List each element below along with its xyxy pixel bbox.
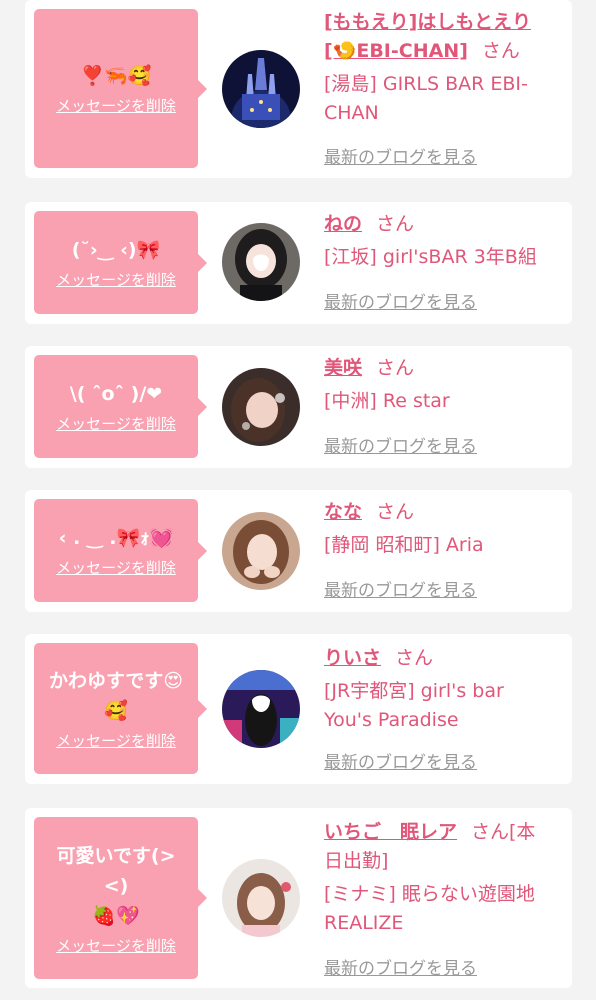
favorite-card: ❣️🦐🥰 メッセージを削除 [ももえり]はしもとえり[🍤EBI-CHAN] さん … [25, 0, 572, 178]
message-text: かわゆすです😍 🥰 [49, 670, 183, 722]
honorific: さん [395, 647, 434, 669]
cast-info: 美咲 さん [中洲] Re star [324, 354, 552, 416]
delete-message-link[interactable]: メッセージを削除 [56, 95, 176, 116]
latest-blog-link[interactable]: 最新のブログを見る [324, 954, 477, 979]
profile-photo [222, 368, 300, 446]
favorite-card: 可愛いです(> <) 🍓💖 メッセージを削除 いちご 眠レア さん[本日出勤] [… [25, 808, 572, 988]
shop-name: [湯島] GIRLS BAR EBI-CHAN [324, 73, 528, 124]
avatar[interactable] [222, 670, 300, 748]
cast-info: なな さん [静岡 昭和町] Aria [324, 498, 552, 560]
latest-blog-link[interactable]: 最新のブログを見る [324, 143, 477, 168]
cast-name-link[interactable]: 美咲 [324, 357, 362, 379]
favorites-list: ❣️🦐🥰 メッセージを削除 [ももえり]はしもとえり[🍤EBI-CHAN] さん … [0, 0, 596, 1000]
honorific: さん [376, 501, 415, 523]
cast-name-link[interactable]: なな [324, 501, 362, 523]
delete-message-link[interactable]: メッセージを削除 [56, 557, 176, 578]
shop-name: [中洲] Re star [324, 390, 450, 412]
cast-name-link[interactable]: ねの [324, 213, 362, 235]
avatar[interactable] [222, 50, 300, 128]
latest-blog-link[interactable]: 最新のブログを見る [324, 748, 477, 773]
honorific: さん [481, 40, 520, 62]
favorite-card: (˘›‿ ‹)🎀 メッセージを削除 ねの さん [江坂] girl'sBAR 3年… [25, 202, 572, 324]
shop-name: [ミナミ] 眠らない遊園地 REALIZE [324, 883, 535, 934]
profile-photo [222, 859, 300, 937]
message-text: ‹ . ‿ .🎀ｫ💓 [58, 527, 174, 549]
latest-blog-link[interactable]: 最新のブログを見る [324, 432, 477, 457]
avatar[interactable] [222, 223, 300, 301]
profile-photo [222, 670, 300, 748]
favorite-card: \( ˆoˆ )/❤ メッセージを削除 美咲 さん [中洲] Re star 最新… [25, 346, 572, 468]
message-bubble: (˘›‿ ‹)🎀 メッセージを削除 [34, 211, 207, 314]
message-text: ❣️🦐🥰 [80, 65, 152, 87]
message-bubble: ‹ . ‿ .🎀ｫ💓 メッセージを削除 [34, 499, 207, 602]
message-bubble: \( ˆoˆ )/❤ メッセージを削除 [34, 355, 207, 458]
name-line: なな さん [324, 498, 552, 527]
shop-name: [静岡 昭和町] Aria [324, 534, 484, 556]
cast-info: ねの さん [江坂] girl'sBAR 3年B組 [324, 210, 552, 272]
cast-name-link[interactable]: りいさ [324, 647, 381, 669]
message-bubble: かわゆすです😍 🥰 メッセージを削除 [34, 643, 207, 774]
favorite-card: ‹ . ‿ .🎀ｫ💓 メッセージを削除 なな さん [静岡 昭和町] Aria 最… [25, 490, 572, 612]
name-line: ねの さん [324, 210, 552, 239]
latest-blog-link[interactable]: 最新のブログを見る [324, 576, 477, 601]
message-text: (˘›‿ ‹)🎀 [71, 239, 161, 261]
avatar[interactable] [222, 368, 300, 446]
favorite-card: かわゆすです😍 🥰 メッセージを削除 りいさ さん [JR宇都宮] girl's … [25, 634, 572, 784]
honorific: さん [376, 357, 415, 379]
shop-name: [江坂] girl'sBAR 3年B組 [324, 246, 537, 268]
delete-message-link[interactable]: メッセージを削除 [56, 269, 176, 290]
honorific: さん [376, 213, 415, 235]
message-text: 可愛いです(> <) 🍓💖 [56, 844, 176, 927]
delete-message-link[interactable]: メッセージを削除 [56, 730, 176, 751]
name-line: いちご 眠レア さん[本日出勤] [324, 818, 552, 876]
profile-photo [222, 512, 300, 590]
delete-message-link[interactable]: メッセージを削除 [56, 413, 176, 434]
delete-message-link[interactable]: メッセージを削除 [56, 935, 176, 956]
cast-info: いちご 眠レア さん[本日出勤] [ミナミ] 眠らない遊園地 REALIZE [324, 818, 552, 938]
message-bubble: ❣️🦐🥰 メッセージを削除 [34, 9, 207, 168]
name-line: 美咲 さん [324, 354, 552, 383]
name-line: [ももえり]はしもとえり[🍤EBI-CHAN] さん [324, 8, 552, 66]
cast-info: [ももえり]はしもとえり[🍤EBI-CHAN] さん [湯島] GIRLS BAR… [324, 8, 552, 128]
latest-blog-link[interactable]: 最新のブログを見る [324, 288, 477, 313]
avatar[interactable] [222, 512, 300, 590]
avatar[interactable] [222, 859, 300, 937]
cast-name-link[interactable]: いちご 眠レア [324, 821, 457, 843]
shop-name: [JR宇都宮] girl's bar You's Paradise [324, 680, 504, 731]
name-line: りいさ さん [324, 644, 552, 673]
message-bubble: 可愛いです(> <) 🍓💖 メッセージを削除 [34, 817, 207, 979]
profile-photo [222, 223, 300, 301]
message-text: \( ˆoˆ )/❤ [69, 383, 163, 405]
castle-night-photo [222, 50, 300, 128]
cast-info: りいさ さん [JR宇都宮] girl's bar You's Paradise [324, 644, 552, 735]
